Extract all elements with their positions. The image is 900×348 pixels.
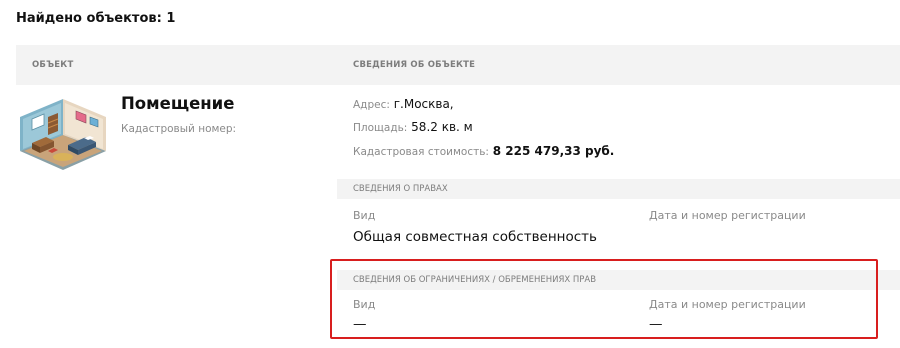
cost-line: Кадастровая стоимость: 8 225 479,33 руб. [353,144,614,158]
restrictions-highlight-box [330,259,878,339]
area-value: 58.2 кв. м [411,120,473,134]
area-line: Площадь: 58.2 кв. м [353,120,473,134]
cost-label: Кадастровая стоимость: [353,146,489,158]
results-count: Найдено объектов: 1 [16,11,176,26]
cost-value: 8 225 479,33 руб. [492,144,615,158]
column-header-info: СВЕДЕНИЯ ОБ ОБЪЕКТЕ [353,60,476,70]
object-title[interactable]: Помещение [121,94,234,113]
column-header-object: ОБЪЕКТ [32,60,74,70]
table-header: ОБЪЕКТ СВЕДЕНИЯ ОБ ОБЪЕКТЕ [16,45,900,85]
cadastral-number-label: Кадастровый номер: [121,123,237,135]
rights-type-label: Вид [353,209,376,222]
address-label: Адрес: [353,99,390,111]
rights-section-header: СВЕДЕНИЯ О ПРАВАХ [337,179,900,199]
address-value: г.Москва, [393,97,454,111]
address-line: Адрес: г.Москва, [353,97,454,111]
room-illustration-icon[interactable] [18,95,108,171]
rights-section-title: СВЕДЕНИЯ О ПРАВАХ [353,184,448,194]
rights-reg-label: Дата и номер регистрации [649,209,806,222]
area-label: Площадь: [353,122,408,134]
rights-type-value: Общая совместная собственность [353,229,597,245]
